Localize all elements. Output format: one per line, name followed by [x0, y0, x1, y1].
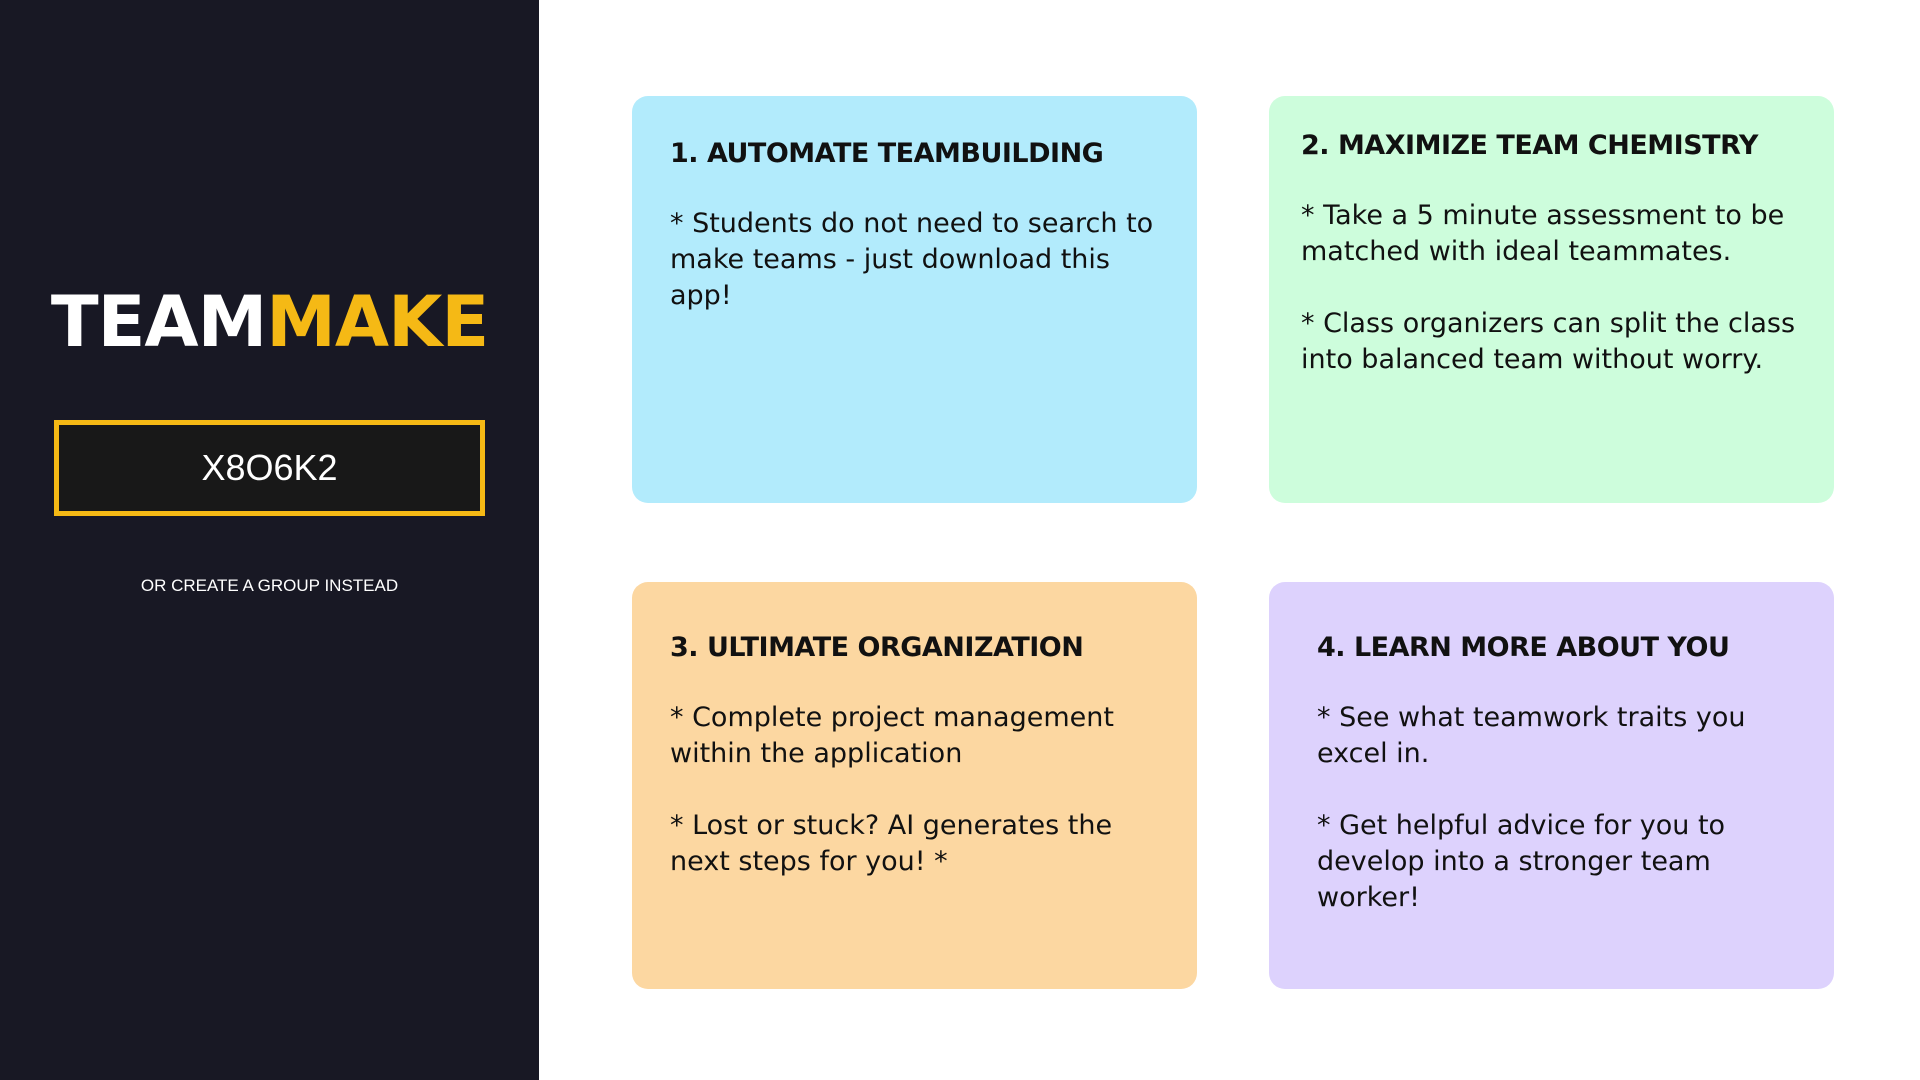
logo-team-text: TEAM: [50, 281, 267, 363]
app-logo: TEAMMAKE: [0, 282, 539, 362]
logo-make-text: MAKE: [266, 281, 489, 363]
feature-card-automate: 1. AUTOMATE TEAMBUILDING * Students do n…: [632, 96, 1197, 503]
card-point: * Get helpful advice for you to develop …: [1317, 810, 1726, 913]
feature-card-chemistry: 2. MAXIMIZE TEAM CHEMISTRY * Take a 5 mi…: [1269, 96, 1834, 503]
card-title: 2. MAXIMIZE TEAM CHEMISTRY: [1301, 130, 1758, 161]
card-title: 3. ULTIMATE ORGANIZATION: [670, 632, 1084, 663]
page: TEAMMAKE X8O6K2 OR CREATE A GROUP INSTEA…: [0, 0, 1920, 1080]
feature-card-organization: 3. ULTIMATE ORGANIZATION * Complete proj…: [632, 582, 1197, 989]
card-point: * Students do not need to search to make…: [670, 208, 1154, 311]
group-code-input[interactable]: X8O6K2: [54, 420, 485, 516]
card-point: * Take a 5 minute assessment to be match…: [1301, 200, 1785, 267]
card-title: 4. LEARN MORE ABOUT YOU: [1317, 632, 1730, 663]
feature-card-learn: 4. LEARN MORE ABOUT YOU * See what teamw…: [1269, 582, 1834, 989]
card-point: * Class organizers can split the class i…: [1301, 308, 1796, 375]
card-point: * Lost or stuck? AI generates the next s…: [670, 810, 1113, 877]
sidebar: TEAMMAKE X8O6K2 OR CREATE A GROUP INSTEA…: [0, 0, 539, 1080]
card-point: * Complete project management within the…: [670, 702, 1114, 769]
card-point: * See what teamwork traits you excel in.: [1317, 702, 1746, 769]
create-group-link[interactable]: OR CREATE A GROUP INSTEAD: [0, 576, 539, 596]
card-title: 1. AUTOMATE TEAMBUILDING: [670, 138, 1104, 169]
